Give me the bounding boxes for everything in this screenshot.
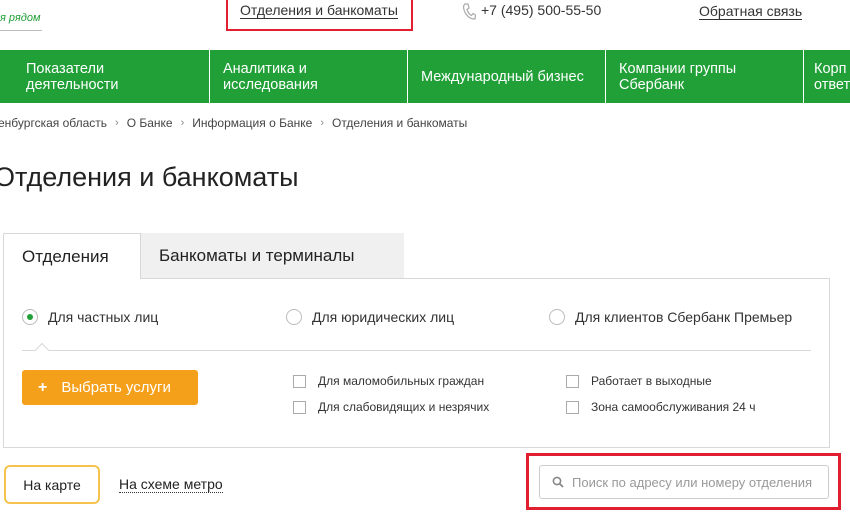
- nav-item-analytics[interactable]: Аналитика и исследования: [210, 50, 408, 103]
- breadcrumb-separator: ›: [320, 117, 324, 129]
- top-bar: я рядом Отделения и банкоматы +7 (495) 5…: [0, 0, 850, 50]
- breadcrumb-info[interactable]: Информация о Банке: [192, 116, 312, 130]
- select-services-label: Выбрать услуги: [61, 379, 171, 396]
- checkbox[interactable]: [566, 374, 579, 388]
- phone-number[interactable]: +7 (495) 500-55-50: [481, 2, 601, 18]
- search-icon: [552, 476, 564, 488]
- checkbox[interactable]: [293, 374, 306, 388]
- breadcrumb-current: Отделения и банкоматы: [331, 116, 468, 130]
- radio-button[interactable]: [22, 309, 38, 325]
- nav-item-performance[interactable]: Показатели деятельности: [0, 50, 210, 103]
- divider-notch: [34, 342, 50, 358]
- logo-divider: [0, 30, 42, 31]
- radio-legal-entities[interactable]: Для юридических лиц: [286, 309, 454, 325]
- option-weekends[interactable]: Работает в выходные: [566, 374, 712, 388]
- branches-atms-link[interactable]: Отделения и банкоматы: [240, 2, 398, 19]
- nav-item-group-companies[interactable]: Компании группы Сбербанк: [606, 50, 804, 103]
- radio-button[interactable]: [286, 309, 302, 325]
- radio-label: Для юридических лиц: [312, 309, 455, 325]
- main-nav: Показатели деятельности Аналитика и иссл…: [0, 50, 850, 103]
- map-view-button[interactable]: На карте: [4, 465, 100, 504]
- checkbox-label: Работает в выходные: [591, 374, 712, 388]
- search-box[interactable]: [539, 465, 829, 499]
- tab-bar: Отделения Банкоматы и терминалы: [3, 233, 404, 279]
- radio-individuals[interactable]: Для частных лиц: [22, 309, 158, 325]
- breadcrumb-separator: ›: [180, 117, 185, 129]
- breadcrumb-separator: ›: [115, 117, 119, 129]
- plus-icon: +: [38, 378, 48, 396]
- breadcrumb: енбургская область › О Банке › Информаци…: [0, 116, 467, 130]
- breadcrumb-region[interactable]: енбургская область: [0, 116, 107, 130]
- radio-button[interactable]: [549, 309, 565, 325]
- nav-item-international[interactable]: Международный бизнес: [408, 50, 606, 103]
- checkbox-label: Для слабовидящих и незрячих: [318, 400, 490, 414]
- select-services-button[interactable]: + Выбрать услуги: [22, 370, 198, 405]
- panel-divider: [22, 350, 811, 351]
- radio-label: Для частных лиц: [48, 309, 159, 325]
- search-input[interactable]: [572, 474, 822, 490]
- breadcrumb-about[interactable]: О Банке: [127, 116, 173, 130]
- feedback-link[interactable]: Обратная связь: [699, 3, 803, 20]
- phone-icon: [462, 3, 476, 20]
- option-visually-impaired[interactable]: Для слабовидящих и незрячих: [293, 400, 489, 414]
- tab-atms-terminals[interactable]: Банкоматы и терминалы: [141, 233, 404, 278]
- checkbox-label: Зона самообслуживания 24 ч: [591, 400, 756, 414]
- option-low-mobility[interactable]: Для маломобильных граждан: [293, 374, 484, 388]
- checkbox[interactable]: [293, 400, 306, 414]
- radio-label: Для клиентов Сбербанк Премьер: [575, 309, 793, 325]
- page-title: Отделения и банкоматы: [0, 162, 299, 192]
- nav-item-corporate[interactable]: Корп ответ: [804, 50, 850, 103]
- tab-branches[interactable]: Отделения: [3, 233, 141, 279]
- filter-panel: Для частных лиц Для юридических лиц Для …: [3, 278, 830, 448]
- metro-map-link[interactable]: На схеме метро: [119, 477, 223, 493]
- logo-tagline: я рядом: [0, 12, 41, 24]
- radio-premier-clients[interactable]: Для клиентов Сбербанк Премьер: [549, 309, 792, 325]
- checkbox-label: Для маломобильных граждан: [318, 374, 485, 388]
- checkbox[interactable]: [566, 400, 579, 414]
- option-self-service-24h[interactable]: Зона самообслуживания 24 ч: [566, 400, 755, 414]
